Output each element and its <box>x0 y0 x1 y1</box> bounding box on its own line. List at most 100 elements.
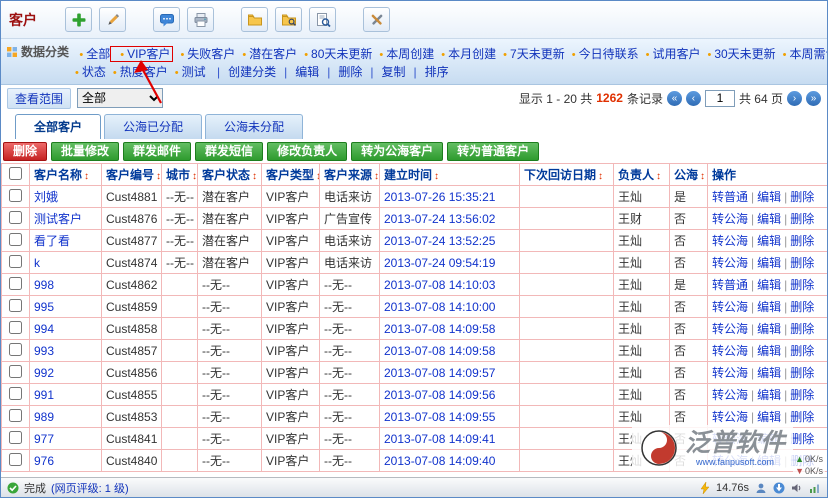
row-checkbox[interactable] <box>9 189 22 202</box>
sort-icon[interactable] <box>190 168 197 182</box>
delete-link[interactable]: 删除 <box>790 190 814 204</box>
category-link[interactable]: 30天未更新 <box>700 47 775 61</box>
select-all-checkbox[interactable] <box>9 167 22 180</box>
transfer-link[interactable]: 转公海 <box>712 344 748 358</box>
column-header[interactable]: 负责人 <box>614 164 670 186</box>
delete-link[interactable]: 删除 <box>790 300 814 314</box>
row-checkbox[interactable] <box>9 233 22 246</box>
transfer-link[interactable]: 转公海 <box>712 234 748 248</box>
delete-link[interactable]: 删除 <box>790 256 814 270</box>
transfer-link[interactable]: 转公海 <box>712 388 748 402</box>
category-link[interactable]: 本月创建 <box>434 47 496 61</box>
column-header[interactable]: 客户编号 <box>102 164 162 186</box>
category-link[interactable]: 7天未更新 <box>496 47 565 61</box>
category-action-link[interactable]: 删除 <box>319 65 362 79</box>
customer-name-link[interactable]: k <box>34 256 40 270</box>
delete-link[interactable]: 删除 <box>790 212 814 226</box>
sort-icon[interactable] <box>372 168 379 182</box>
sort-icon[interactable] <box>432 168 439 182</box>
row-checkbox[interactable] <box>9 255 22 268</box>
row-checkbox[interactable] <box>9 387 22 400</box>
category-link[interactable]: 本周创建 <box>372 47 434 61</box>
row-checkbox[interactable] <box>9 211 22 224</box>
transfer-link[interactable]: 转公海 <box>712 322 748 336</box>
column-header[interactable]: 客户来源 <box>320 164 380 186</box>
transfer-link[interactable]: 转公海 <box>712 212 748 226</box>
category-link[interactable]: 热度客户 <box>106 65 168 79</box>
speaker-icon[interactable] <box>791 482 803 494</box>
category-link[interactable]: VIP客户 <box>110 46 173 62</box>
transfer-link[interactable]: 转公海 <box>712 366 748 380</box>
edit-link[interactable]: 编辑 <box>757 344 781 358</box>
column-header[interactable]: 下次回访日期 <box>520 164 614 186</box>
edit-link[interactable]: 编辑 <box>757 234 781 248</box>
action-button[interactable]: 群发邮件 <box>123 142 191 161</box>
page-input[interactable] <box>705 90 735 107</box>
category-link[interactable]: 测试 <box>168 65 206 79</box>
add-button[interactable] <box>65 7 92 32</box>
customer-name-link[interactable]: 看了看 <box>34 234 70 248</box>
column-header[interactable]: 操作 <box>708 164 828 186</box>
category-link[interactable]: 80天未更新 <box>297 47 372 61</box>
edit-link[interactable]: 编辑 <box>757 278 781 292</box>
edit-link[interactable]: 编辑 <box>757 322 781 336</box>
row-checkbox[interactable] <box>9 321 22 334</box>
delete-link[interactable]: 删除 <box>790 344 814 358</box>
sort-icon[interactable] <box>250 168 257 182</box>
category-link[interactable]: 本周需访问 <box>776 47 827 61</box>
category-action-link[interactable]: 复制 <box>362 65 405 79</box>
tools-button[interactable] <box>363 7 390 32</box>
action-button[interactable]: 修改负责人 <box>267 142 347 161</box>
tab[interactable]: 公海未分配 <box>205 114 303 139</box>
delete-link[interactable]: 删除 <box>790 410 814 424</box>
message-button[interactable] <box>153 7 180 32</box>
edit-link[interactable]: 编辑 <box>757 366 781 380</box>
row-checkbox[interactable] <box>9 453 22 466</box>
transfer-link[interactable]: 转公海 <box>712 410 748 424</box>
edit-link[interactable]: 编辑 <box>757 190 781 204</box>
customer-name-link[interactable]: 995 <box>34 300 54 314</box>
category-action-link[interactable]: 排序 <box>406 65 449 79</box>
sort-icon[interactable] <box>314 168 319 182</box>
view-range-select[interactable]: 全部 <box>77 88 163 108</box>
column-header[interactable]: 客户名称 <box>30 164 102 186</box>
edit-link[interactable]: 编辑 <box>757 300 781 314</box>
column-header[interactable]: 客户状态 <box>198 164 262 186</box>
download-icon[interactable] <box>773 482 785 494</box>
category-link[interactable]: 潜在客户 <box>235 47 297 61</box>
column-header[interactable]: 公海 <box>670 164 708 186</box>
transfer-link[interactable]: 转公海 <box>712 256 748 270</box>
row-checkbox[interactable] <box>9 277 22 290</box>
action-button[interactable]: 批量修改 <box>51 142 119 161</box>
sort-icon[interactable] <box>596 168 603 182</box>
customer-name-link[interactable]: 刘娥 <box>34 190 58 204</box>
action-button[interactable]: 转为普通客户 <box>447 142 539 161</box>
delete-link[interactable]: 删除 <box>790 278 814 292</box>
row-checkbox[interactable] <box>9 431 22 444</box>
category-link[interactable]: 今日待联系 <box>565 47 639 61</box>
column-header[interactable]: 建立时间 <box>380 164 520 186</box>
edit-link[interactable]: 编辑 <box>757 410 781 424</box>
customer-name-link[interactable]: 992 <box>34 366 54 380</box>
edit-button[interactable] <box>99 7 126 32</box>
column-header[interactable]: 城市 <box>162 164 198 186</box>
transfer-link[interactable]: 转公海 <box>712 300 748 314</box>
sort-icon[interactable] <box>154 168 161 182</box>
next-page-button[interactable]: › <box>787 91 802 106</box>
network-icon[interactable] <box>809 482 821 494</box>
action-button[interactable]: 转为公海客户 <box>351 142 443 161</box>
customer-name-link[interactable]: 993 <box>34 344 54 358</box>
sort-icon[interactable] <box>698 168 705 182</box>
search-doc-button[interactable] <box>309 7 336 32</box>
category-link[interactable]: 全部 <box>72 47 110 61</box>
customer-name-link[interactable]: 977 <box>34 432 54 446</box>
tab[interactable]: 全部客户 <box>15 114 101 139</box>
transfer-link[interactable]: 转普通 <box>712 190 748 204</box>
sort-icon[interactable] <box>654 168 661 182</box>
category-link[interactable]: 状态 <box>68 65 106 79</box>
sort-icon[interactable] <box>82 168 89 182</box>
customer-name-link[interactable]: 989 <box>34 410 54 424</box>
customer-name-link[interactable]: 991 <box>34 388 54 402</box>
row-checkbox[interactable] <box>9 343 22 356</box>
customer-name-link[interactable]: 998 <box>34 278 54 292</box>
